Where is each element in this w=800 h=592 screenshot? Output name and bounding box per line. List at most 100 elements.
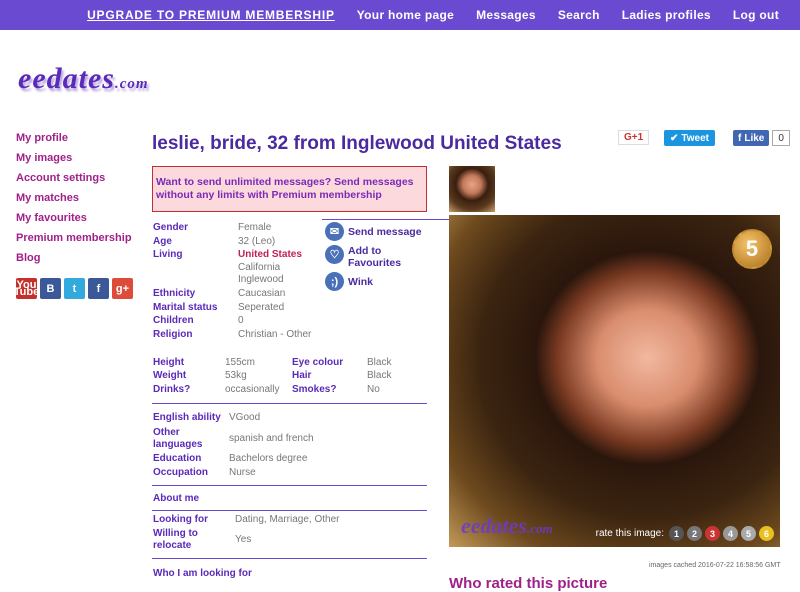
hair-label: Hair <box>292 370 312 381</box>
ladies-profiles-link[interactable]: Ladies profiles <box>622 8 711 22</box>
ethnicity-label: Ethnicity <box>153 288 196 299</box>
looking-for-label: Looking for <box>153 514 208 525</box>
sidebar-item-my-favourites[interactable]: My favourites <box>16 210 132 230</box>
wink-button[interactable]: ;) Wink <box>325 272 373 291</box>
relocate-label: Willing to relocate <box>153 528 198 552</box>
smokes-value: No <box>367 384 380 395</box>
religion-label: Religion <box>153 329 193 340</box>
wink-label: Wink <box>348 275 373 288</box>
twitter-icon[interactable]: t <box>64 278 85 299</box>
other-languages-label: Other languages <box>153 427 202 451</box>
weight-label: Weight <box>153 370 187 381</box>
logout-link[interactable]: Log out <box>733 8 779 22</box>
gender-label: Gender <box>153 222 189 233</box>
rate-2-button[interactable]: 2 <box>687 526 702 541</box>
facebook-like-button[interactable]: f Like <box>733 130 770 146</box>
facebook-icon: f <box>738 132 742 144</box>
sidebar: My profile My images Account settings My… <box>16 130 132 270</box>
profile-photo[interactable]: 5 eedates.com rate this image: 1 2 3 4 5… <box>449 215 780 547</box>
occupation-label: Occupation <box>153 467 209 478</box>
search-link[interactable]: Search <box>558 8 600 22</box>
facebook-like[interactable]: f Like 0 <box>733 130 790 146</box>
age-value: 32 (Leo) <box>238 236 276 247</box>
eye-value: Black <box>367 357 392 368</box>
education-value: Bachelors degree <box>229 453 308 464</box>
send-message-button[interactable]: ✉ Send message <box>325 222 422 241</box>
watermark-suffix: .com <box>526 521 553 536</box>
drinks-label: Drinks? <box>153 384 191 395</box>
ethnicity-value: Caucasian <box>238 288 286 299</box>
rate-6-button[interactable]: 6 <box>759 526 774 541</box>
rate-label: rate this image: <box>595 528 664 539</box>
sidebar-item-my-matches[interactable]: My matches <box>16 190 132 210</box>
rate-4-button[interactable]: 4 <box>723 526 738 541</box>
heart-icon: ♡ <box>325 245 344 264</box>
height-value: 155cm <box>225 357 256 368</box>
hair-value: Black <box>367 370 392 381</box>
home-link[interactable]: Your home page <box>357 8 454 22</box>
divider <box>152 510 427 511</box>
photo-watermark: eedates.com <box>461 513 553 539</box>
youtube-icon[interactable]: You Tube <box>13 278 40 299</box>
logo-suffix: .com <box>114 76 149 92</box>
drinks-value: occasionally <box>225 384 280 395</box>
occupation-value: Nurse <box>229 467 256 478</box>
living-country[interactable]: United States <box>238 249 302 260</box>
living-city: Inglewood <box>238 274 284 285</box>
blogger-icon[interactable]: B <box>40 278 61 299</box>
facebook-icon[interactable]: f <box>88 278 109 299</box>
rate-5-button[interactable]: 5 <box>741 526 756 541</box>
send-message-label: Send message <box>348 225 422 238</box>
googleplus-icon[interactable]: g+ <box>112 278 133 299</box>
rate-1-button[interactable]: 1 <box>669 526 684 541</box>
tweet-button[interactable]: ✔ Tweet <box>664 130 715 146</box>
other-languages-label-1: Other <box>153 427 180 438</box>
who-looking-heading: Who I am looking for <box>153 568 252 579</box>
add-fav-label-2: Favourites <box>348 257 402 269</box>
add-fav-label-1: Add to <box>348 245 382 257</box>
like-count: 0 <box>772 130 790 146</box>
religion-value: Christian - Other <box>238 329 312 340</box>
sidebar-item-my-images[interactable]: My images <box>16 150 132 170</box>
english-label: English ability <box>153 412 221 423</box>
profile-title: leslie, bride, 32 from Inglewood United … <box>152 133 562 154</box>
watermark-text: eedates <box>461 513 527 538</box>
smokes-label: Smokes? <box>292 384 337 395</box>
messages-link[interactable]: Messages <box>476 8 536 22</box>
site-logo[interactable]: eedates.com <box>18 62 149 96</box>
education-label: Education <box>153 453 202 464</box>
sidebar-item-premium[interactable]: Premium membership <box>16 230 132 250</box>
gplus-button[interactable]: G+1 <box>618 130 650 145</box>
profile-thumbnail[interactable] <box>449 166 495 212</box>
children-value: 0 <box>238 315 244 326</box>
sidebar-item-my-profile[interactable]: My profile <box>16 130 132 150</box>
rate-image: rate this image: 1 2 3 4 5 6 <box>596 526 774 541</box>
envelope-icon: ✉ <box>325 222 344 241</box>
children-label: Children <box>153 315 194 326</box>
eye-label: Eye colour <box>292 357 344 368</box>
upgrade-premium-link[interactable]: UPGRADE TO PREMIUM MEMBERSHIP <box>87 8 335 22</box>
living-label: Living <box>153 249 183 260</box>
twitter-bird-icon: ✔ <box>670 132 679 144</box>
height-label: Height <box>153 357 185 368</box>
marital-value: Seperated <box>238 302 285 313</box>
weight-value: 53kg <box>225 370 247 381</box>
sidebar-item-account-settings[interactable]: Account settings <box>16 170 132 190</box>
who-rated-heading: Who rated this picture <box>449 575 608 592</box>
age-label: Age <box>153 236 172 247</box>
gender-value: Female <box>238 222 272 233</box>
youtube-label: You Tube <box>13 278 40 298</box>
add-favourites-button[interactable]: ♡ Add to Favourites <box>325 245 401 269</box>
sidebar-item-blog[interactable]: Blog <box>16 250 132 270</box>
premium-promo-box[interactable]: Want to send unlimited messages? Send me… <box>152 166 427 212</box>
tweet-label: Tweet <box>681 132 709 144</box>
marital-label: Marital status <box>153 302 218 313</box>
wink-face-icon: ;) <box>325 272 344 291</box>
rate-3-button[interactable]: 3 <box>705 526 720 541</box>
other-languages-value: spanish and french <box>229 433 314 444</box>
cache-timestamp: images cached 2016-07-22 16:58:56 GMT <box>649 562 781 569</box>
other-languages-label-2: languages <box>153 439 203 450</box>
divider <box>152 485 427 486</box>
divider <box>152 558 427 559</box>
logo-text: eedates <box>18 62 115 95</box>
